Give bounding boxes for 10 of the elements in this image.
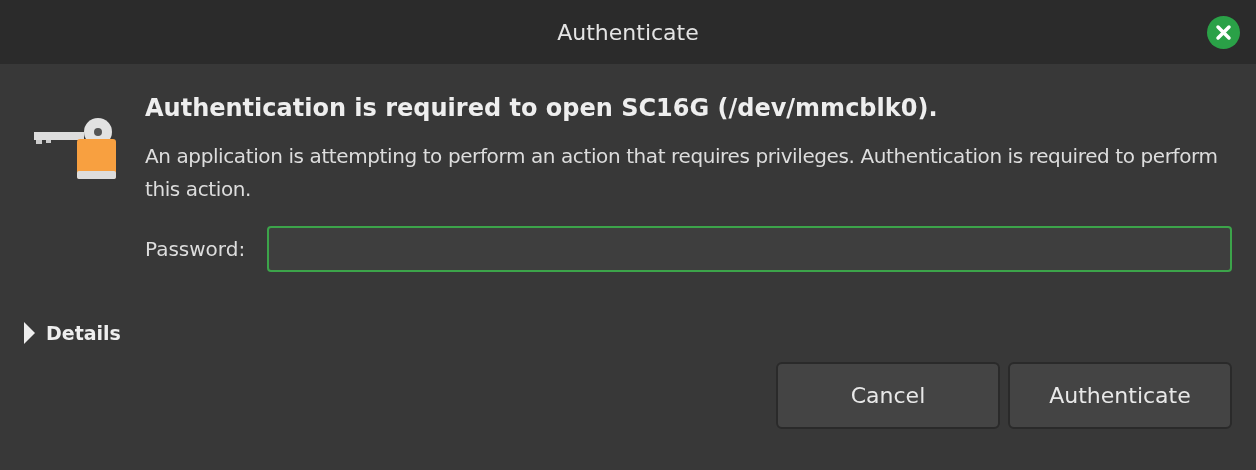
details-expander[interactable]: Details: [22, 322, 121, 344]
dialog-button[interactable]: Authenticate: [1008, 362, 1232, 429]
dialog-message: An application is attempting to perform an action that requires privileges. Authentication is required to perform this action.: [145, 143, 1219, 203]
close-icon[interactable]: [1207, 16, 1240, 49]
dialog-heading: Authentication is required to open SC16G (/dev/mmcblk0).: [145, 93, 938, 124]
window-title: Authenticate: [557, 19, 699, 45]
dialog-button[interactable]: Cancel: [776, 362, 1000, 429]
expander-icon: [22, 322, 36, 344]
password-field[interactable]: [267, 226, 1232, 272]
password-label: Password:: [145, 237, 246, 261]
